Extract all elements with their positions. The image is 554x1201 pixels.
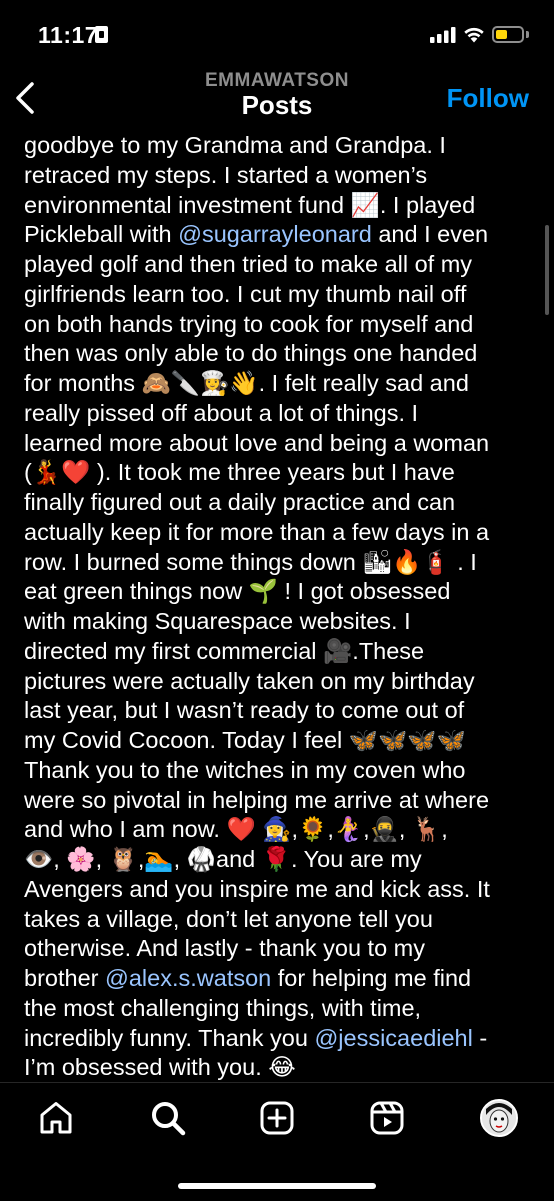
profile-avatar[interactable]: [480, 1099, 518, 1137]
cellular-signal-icon: [430, 27, 456, 43]
caption-line: actually keep it for more than a few day…: [24, 518, 490, 545]
caption-line: I’m obsessed with you. 😂: [24, 1054, 296, 1081]
caption-line: row. I burned some things down 🏙🔥🧯 . I: [24, 548, 477, 575]
caption-line: Avengers and you inspire me and kick ass…: [24, 875, 490, 902]
caption-line: 👁️, 🌸, 🦉,🏊, 🥋and 🌹. You are my: [24, 846, 422, 872]
caption-line: learned more about love and being a woma…: [24, 429, 490, 456]
caption-line: incredibly funny. Thank you @jessicaedie…: [24, 1024, 488, 1051]
caption-line: (💃❤️ ). It took me three years but I hav…: [24, 459, 455, 486]
user-mention-link[interactable]: @jessicaediehl: [314, 1025, 472, 1051]
status-time: 11:17: [38, 22, 99, 48]
search-icon[interactable]: [150, 1100, 186, 1136]
caption-line: and who I am now. ❤️ 🧙‍♀️,🌻,🧜‍♀️,🥷, 🦌,: [24, 816, 448, 843]
caption-line: then was only able to do things one hand…: [24, 340, 478, 367]
user-mention-link[interactable]: @sugarrayleonard: [178, 221, 372, 247]
wifi-icon: [464, 27, 484, 43]
caption-line: Thank you to the witches in my coven who: [24, 756, 466, 783]
caption-line: the most challenging things, with time,: [24, 994, 422, 1021]
battery-level: [496, 30, 507, 39]
caption-line: last year, but I wasn’t ready to come ou…: [24, 697, 465, 724]
status-bar: 11:17: [0, 0, 554, 70]
caption-line: on both hands trying to cook for myself …: [24, 310, 474, 337]
caption-line: directed my first commercial 🎥.These: [24, 637, 425, 664]
caption-line: finally figured out a daily practice and…: [24, 489, 456, 515]
avatar-face-icon: [482, 1101, 516, 1135]
scroll-indicator[interactable]: [545, 225, 549, 315]
caption-line: pictures were actually taken on my birth…: [24, 667, 475, 694]
battery-icon: [492, 26, 524, 43]
follow-button[interactable]: Follow: [447, 83, 529, 114]
caption-line: were so pivotal in helping me arrive at …: [24, 786, 490, 813]
home-indicator: [178, 1183, 376, 1189]
reels-icon[interactable]: [369, 1100, 405, 1136]
caption-line: eat green things now 🌱 ! I got obsessed: [24, 578, 451, 605]
caption-line: otherwise. And lastly - thank you to my: [24, 935, 425, 962]
caption-line: really pissed off about a lot of things.…: [24, 399, 419, 426]
battery-tip: [526, 31, 529, 38]
caption-text: goodbye to my Grandma and Grandpa. I retr…: [0, 131, 554, 1081]
create-post-icon[interactable]: [259, 1100, 295, 1136]
caption-line: for months 🙈🔪👩‍🍳👋. I felt really sad and: [24, 370, 469, 396]
caption-line: played golf and then tried to make all o…: [24, 251, 473, 277]
caption-line: retraced my steps. I started a women’s: [24, 161, 428, 188]
caption-line: goodbye to my Grandma and Grandpa. I: [24, 132, 446, 158]
caption-line: takes a village, don’t let anyone tell y…: [24, 905, 433, 932]
caption-line: girlfriends learn too. I cut my thumb na…: [24, 280, 467, 307]
user-mention-link[interactable]: @alex.s.watson: [105, 965, 271, 991]
caption-line: brother @alex.s.watson for helping me fi…: [24, 965, 472, 991]
home-icon[interactable]: [38, 1100, 74, 1136]
orientation-lock-icon: [95, 26, 108, 43]
caption-line: environmental investment fund 📈. I playe…: [24, 191, 476, 218]
caption-line: with making Squarespace websites. I: [24, 608, 411, 634]
caption-line: my Covid Cocoon. Today I feel 🦋🦋🦋🦋: [24, 727, 466, 753]
caption-line: Pickleball with @sugarrayleonard and I e…: [24, 221, 489, 248]
post-caption: goodbye to my Grandma and Grandpa. I retr…: [0, 131, 554, 1081]
